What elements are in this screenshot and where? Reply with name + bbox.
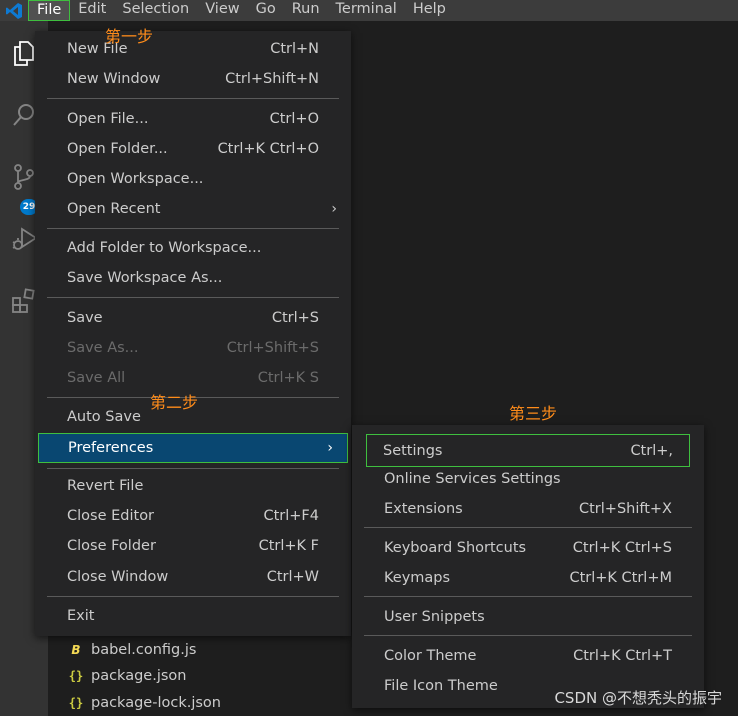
chevron-right-icon: › [327,440,333,456]
menu-item-label: Open File... [67,111,149,127]
menu-item-label: User Snippets [384,609,485,625]
menu-item-shortcut: Ctrl+K Ctrl+S [572,540,672,556]
menu-help[interactable]: Help [405,0,454,21]
menu-go[interactable]: Go [248,0,284,21]
menu-item-label: Open Recent [67,201,161,217]
menu-separator [47,596,339,597]
menu-item-label: Add Folder to Workspace... [67,240,262,256]
menu-item-close-folder[interactable]: Close Folder Ctrl+K F [35,531,351,561]
menu-item-shortcut: Ctrl+K Ctrl+O [217,141,319,157]
step-two-annotation: 第二步 [150,393,199,412]
chevron-right-icon: › [331,201,337,217]
menu-item-shortcut: Ctrl+W [266,569,319,585]
menu-item-label: Extensions [384,501,463,517]
menu-item-open-folder[interactable]: Open Folder... Ctrl+K Ctrl+O [35,134,351,164]
file-item[interactable]: B babel.config.js [66,638,196,662]
menu-item-open-workspace[interactable]: Open Workspace... [35,164,351,194]
menu-selection[interactable]: Selection [114,0,197,21]
menu-item-new-window[interactable]: New Window Ctrl+Shift+N [35,64,351,94]
babel-file-icon: B [71,643,81,657]
menu-separator [364,635,692,636]
menu-item-save-as: Save As... Ctrl+Shift+S [35,333,351,363]
menu-item-settings[interactable]: Settings Ctrl+, [366,434,690,467]
file-name: package.json [91,668,187,684]
menu-file[interactable]: File [28,0,71,21]
menu-item-label: Keyboard Shortcuts [384,540,527,556]
menu-item-label: Save Workspace As... [67,270,223,286]
menu-item-open-file[interactable]: Open File... Ctrl+O [35,104,351,134]
menu-item-shortcut: Ctrl+K S [257,370,319,386]
menu-item-new-file[interactable]: New File Ctrl+N [35,34,351,64]
menu-item-shortcut: Ctrl+Shift+X [579,501,672,517]
menu-item-shortcut: Ctrl+S [271,310,319,326]
menu-item-shortcut: Ctrl+K Ctrl+M [569,570,672,586]
menu-item-label: Online Services Settings [384,471,561,487]
menu-item-label: Close Folder [67,538,156,554]
menu-item-save[interactable]: Save Ctrl+S [35,303,351,333]
json-file-icon: {} [68,696,84,710]
menu-item-label: File Icon Theme [384,678,498,694]
menu-run[interactable]: Run [284,0,328,21]
menu-item-close-window[interactable]: Close Window Ctrl+W [35,562,351,592]
menu-item-shortcut: Ctrl+, [630,442,673,459]
file-item[interactable]: {} package-lock.json [66,691,221,715]
menu-item-open-recent[interactable]: Open Recent › [35,194,351,224]
menu-item-label: Keymaps [384,570,451,586]
menu-item-shortcut: Ctrl+K Ctrl+T [573,648,672,664]
menu-item-extensions[interactable]: Extensions Ctrl+Shift+X [352,494,704,524]
menu-item-label: Auto Save [67,409,141,425]
menu-item-close-editor[interactable]: Close Editor Ctrl+F4 [35,501,351,531]
menu-item-label: New Window [67,71,161,87]
menu-item-label: Open Workspace... [67,171,204,187]
menu-item-label: Close Editor [67,508,155,524]
menu-terminal[interactable]: Terminal [328,0,405,21]
menu-separator [364,596,692,597]
menu-item-add-folder-to-workspace[interactable]: Add Folder to Workspace... [35,233,351,263]
menu-item-online-services-settings[interactable]: Online Services Settings [352,464,704,494]
menu-item-label: Revert File [67,478,144,494]
step-one-annotation: 第一步 [105,27,154,46]
file-name: babel.config.js [91,642,197,658]
menu-item-keymaps[interactable]: Keymaps Ctrl+K Ctrl+M [352,563,704,593]
menu-view[interactable]: View [197,0,247,21]
menu-separator [364,527,692,528]
menu-item-label: Color Theme [384,648,477,664]
menu-item-keyboard-shortcuts[interactable]: Keyboard Shortcuts Ctrl+K Ctrl+S [352,533,704,563]
menu-item-shortcut: Ctrl+F4 [263,508,319,524]
menu-item-label: Settings [383,442,443,459]
vscode-logo-icon [0,0,28,21]
menu-item-color-theme[interactable]: Color Theme Ctrl+K Ctrl+T [352,641,704,671]
menu-separator [47,228,339,229]
menu-item-label: Close Window [67,569,169,585]
menu-item-revert-file[interactable]: Revert File [35,471,351,501]
menubar: File Edit Selection View Go Run Terminal… [0,0,738,21]
menu-item-label: Save [67,310,103,326]
menu-item-user-snippets[interactable]: User Snippets [352,602,704,632]
menu-item-shortcut: Ctrl+O [269,111,319,127]
preferences-submenu: Settings Ctrl+, Online Services Settings… [352,425,704,708]
menu-item-shortcut: Ctrl+K F [258,538,319,554]
menu-item-shortcut: Ctrl+N [270,41,319,57]
menu-item-save-workspace-as[interactable]: Save Workspace As... [35,263,351,293]
menu-item-preferences[interactable]: Preferences › [38,433,348,463]
menu-item-shortcut: Ctrl+Shift+N [225,71,319,87]
menu-item-exit[interactable]: Exit [35,601,351,631]
menu-separator [47,468,339,469]
file-menu: New File Ctrl+N New Window Ctrl+Shift+N … [35,31,351,636]
menu-item-label: Preferences [68,440,154,456]
menu-item-label: Save All [67,370,126,386]
menu-separator [47,98,339,99]
menu-edit[interactable]: Edit [70,0,114,21]
menu-item-label: Open Folder... [67,141,168,157]
step-three-annotation: 第三步 [509,404,558,423]
menu-item-shortcut: Ctrl+Shift+S [226,340,319,356]
json-file-icon: {} [68,669,84,683]
file-item[interactable]: {} package.json [66,664,187,688]
file-name: package-lock.json [91,695,221,711]
menu-item-label: Exit [67,608,95,624]
menu-separator [47,297,339,298]
watermark: CSDN @不想秃头的振宇 [554,689,722,707]
menu-item-label: Save As... [67,340,139,356]
